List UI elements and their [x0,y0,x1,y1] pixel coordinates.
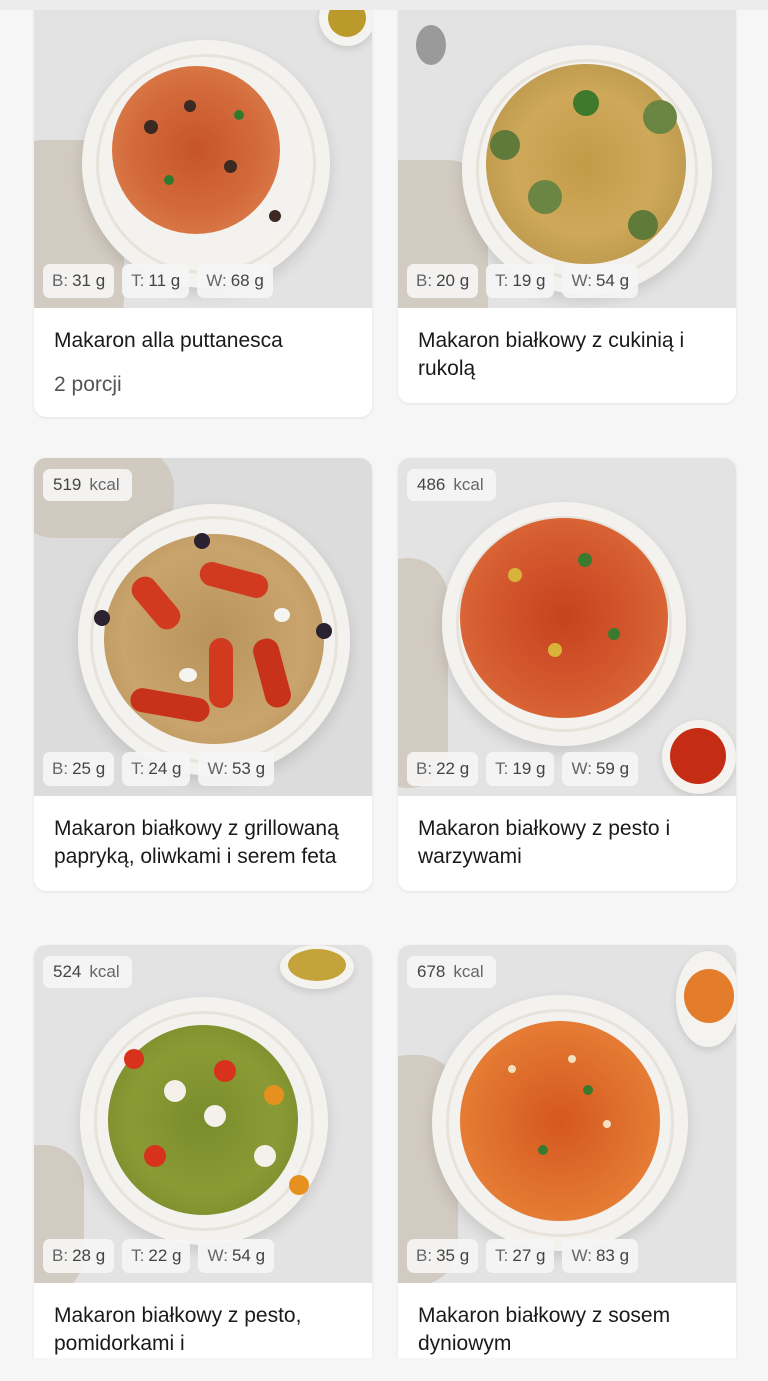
recipe-photo: 486 kcal B: 22 g T: 19 g W: 59 g [398,458,736,796]
recipe-portions: 2 porcji [54,373,122,396]
protein-badge: B: 28 g [43,1239,115,1273]
recipe-grid: B: 31 g T: 11 g W: 68 g Makaron alla puttan… [0,10,768,1358]
carbs-badge: W: 53 g [198,752,275,786]
carbs-badge: W: 59 g [562,752,639,786]
carbs-badge: W: 83 g [562,1239,639,1273]
recipe-card[interactable]: 524 kcal B: 28 g T: 22 g W: 54 g Makaron bia… [34,945,372,1358]
carbs-badge: W: 68 g [197,264,273,298]
recipe-card[interactable]: 678 kcal B: 35 g T: 27 g W: 83 g Makaron bia… [398,945,736,1358]
macros-row: B: 22 g T: 19 g W: 59 g [407,752,639,786]
protein-badge: B: 35 g [407,1239,479,1273]
protein-badge: B: 31 g [43,264,115,298]
recipe-photo: B: 20 g T: 19 g W: 54 g [398,10,736,308]
calories-badge: 486 kcal [407,469,496,501]
fat-badge: T: 19 g [486,752,555,786]
fat-badge: T: 11 g [122,264,190,298]
recipe-title[interactable]: Makaron białkowy z grillowaną papryką, o… [54,815,352,871]
recipe-photo: 524 kcal B: 28 g T: 22 g W: 54 g [34,945,372,1283]
recipe-card[interactable]: 519 kcal B: 25 g T: 24 g W: 53 g Makaron bia… [34,458,372,891]
calories-badge: 678 kcal [407,956,496,988]
macros-row: B: 31 g T: 11 g W: 68 g [43,264,273,298]
recipe-card[interactable]: 486 kcal B: 22 g T: 19 g W: 59 g Makaron bia… [398,458,736,891]
recipe-title[interactable]: Makaron alla puttanesca [54,327,352,355]
macros-row: B: 25 g T: 24 g W: 53 g [43,752,275,786]
calories-badge: 519 kcal [43,469,132,501]
recipe-photo: 519 kcal B: 25 g T: 24 g W: 53 g [34,458,372,796]
recipe-card[interactable]: B: 31 g T: 11 g W: 68 g Makaron alla puttan… [34,10,372,417]
calories-badge: 524 kcal [43,956,132,988]
fat-badge: T: 22 g [122,1239,191,1273]
macros-row: B: 20 g T: 19 g W: 54 g [407,264,639,298]
fat-badge: T: 24 g [122,752,191,786]
protein-badge: B: 22 g [407,752,479,786]
protein-badge: B: 25 g [43,752,115,786]
macros-row: B: 28 g T: 22 g W: 54 g [43,1239,275,1273]
recipe-title[interactable]: Makaron białkowy z pesto, pomidorkami i [54,1302,352,1358]
top-edge [0,0,768,10]
recipe-title[interactable]: Makaron białkowy z pesto i warzywami [418,815,716,871]
carbs-badge: W: 54 g [198,1239,275,1273]
fat-badge: T: 19 g [486,264,555,298]
protein-badge: B: 20 g [407,264,479,298]
macros-row: B: 35 g T: 27 g W: 83 g [407,1239,639,1273]
recipe-title[interactable]: Makaron białkowy z cukinią i rukolą [418,327,716,383]
recipe-photo: 678 kcal B: 35 g T: 27 g W: 83 g [398,945,736,1283]
recipe-card[interactable]: B: 20 g T: 19 g W: 54 g Makaron białkowy z … [398,10,736,403]
recipe-title[interactable]: Makaron białkowy z sosem dyniowym [418,1302,716,1358]
bottom-edge [0,1358,768,1381]
fat-badge: T: 27 g [486,1239,555,1273]
recipe-photo: B: 31 g T: 11 g W: 68 g [34,10,372,308]
carbs-badge: W: 54 g [562,264,639,298]
